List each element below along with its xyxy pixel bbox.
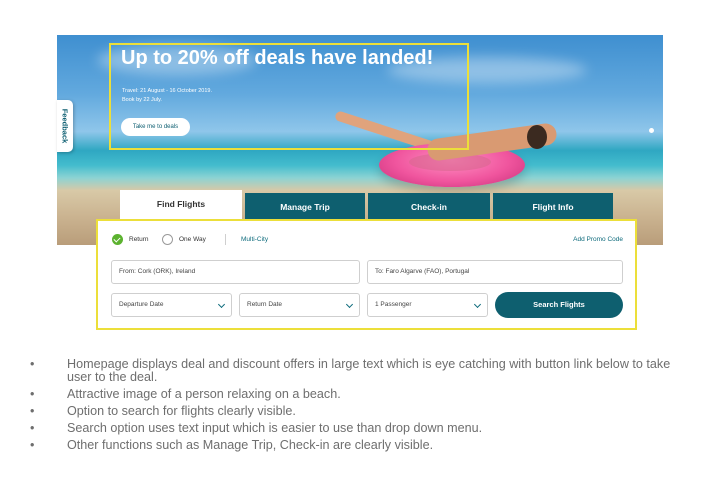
chevron-down-icon xyxy=(345,300,354,309)
note-item: Option to search for flights clearly vis… xyxy=(30,405,690,419)
return-radio-checked-icon[interactable] xyxy=(112,234,123,245)
departure-date-select[interactable]: Departure Date xyxy=(111,293,232,317)
carousel-dot[interactable] xyxy=(649,128,654,133)
passengers-select[interactable]: 1 Passenger xyxy=(367,293,488,317)
note-item: Attractive image of a person relaxing on… xyxy=(30,388,690,402)
take-me-to-deals-button[interactable]: Take me to deals xyxy=(121,118,190,136)
note-item: Other functions such as Manage Trip, Che… xyxy=(30,439,690,453)
deal-details: Travel: 21 August - 16 October 2019. Boo… xyxy=(122,87,322,105)
person-head xyxy=(527,125,547,149)
return-label[interactable]: Return xyxy=(129,236,149,243)
tab-check-in[interactable]: Check-in xyxy=(368,193,490,221)
one-way-label[interactable]: One Way xyxy=(179,236,206,243)
deal-book-by: Book by 22 July. xyxy=(122,97,162,103)
add-promo-code-link[interactable]: Add Promo Code xyxy=(573,236,623,243)
search-flights-button[interactable]: Search Flights xyxy=(495,292,623,318)
evaluation-notes: Homepage displays deal and discount offe… xyxy=(30,358,690,456)
chevron-down-icon xyxy=(217,300,226,309)
deal-headline: Up to 20% off deals have landed! xyxy=(121,47,434,69)
multi-city-link[interactable]: Multi-City xyxy=(241,236,268,243)
feedback-tab[interactable]: Feedback xyxy=(57,100,73,152)
divider xyxy=(225,234,226,245)
tab-flight-info[interactable]: Flight Info xyxy=(493,193,613,221)
slide: Feedback Up to 20% off deals have landed… xyxy=(0,0,720,484)
departure-date-placeholder: Departure Date xyxy=(119,301,164,308)
tab-find-flights[interactable]: Find Flights xyxy=(120,190,242,221)
return-date-placeholder: Return Date xyxy=(247,301,283,308)
note-item: Search option uses text input which is e… xyxy=(30,422,690,436)
feedback-label: Feedback xyxy=(60,108,70,144)
return-date-select[interactable]: Return Date xyxy=(239,293,360,317)
chevron-down-icon xyxy=(473,300,482,309)
deal-travel-dates: Travel: 21 August - 16 October 2019. xyxy=(122,88,212,94)
passengers-value: 1 Passenger xyxy=(375,301,412,308)
one-way-radio-icon[interactable] xyxy=(162,234,173,245)
to-field[interactable]: To: Faro Algarve (FAO), Portugal xyxy=(367,260,623,284)
from-field[interactable]: From: Cork (ORK), Ireland xyxy=(111,260,360,284)
note-item: Homepage displays deal and discount offe… xyxy=(30,358,690,384)
tab-manage-trip[interactable]: Manage Trip xyxy=(245,193,365,221)
